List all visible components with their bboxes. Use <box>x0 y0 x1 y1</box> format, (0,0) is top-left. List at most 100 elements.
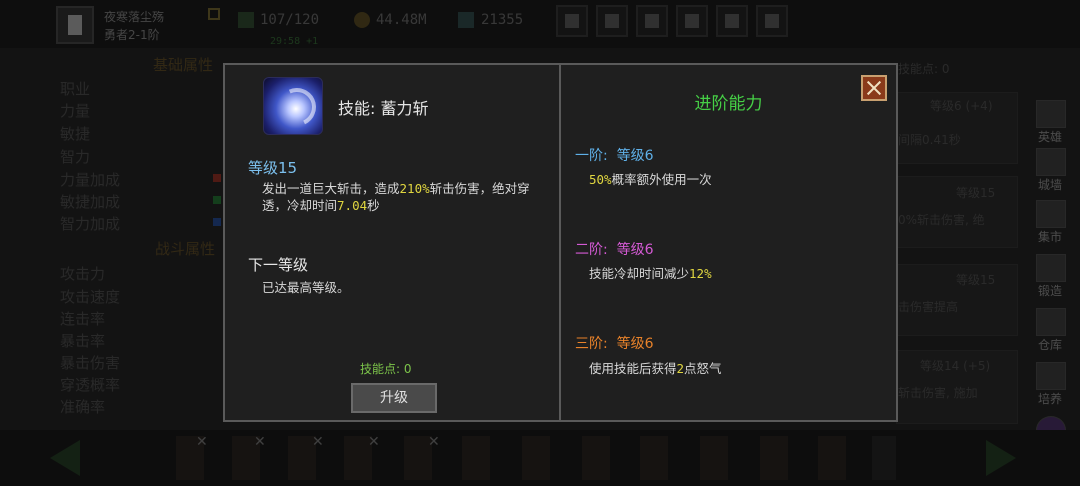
hero-slot[interactable] <box>582 436 610 480</box>
gift-button[interactable] <box>756 5 788 37</box>
close-button[interactable] <box>861 75 887 101</box>
remove-x-icon[interactable]: ✕ <box>254 434 266 450</box>
tier-3-header: 三阶: 等级6 <box>575 333 654 353</box>
tier-text: 概率额外使用一次 <box>611 172 712 187</box>
player-name: 夜寒落尘殇 <box>104 10 165 24</box>
skill-level: 等级15 <box>248 159 298 177</box>
next-arrow-icon[interactable] <box>986 440 1016 476</box>
attr-label: 攻击速度 <box>60 288 121 306</box>
forge-icon <box>1036 254 1066 282</box>
bg-skill-text: 间隔0.41秒 <box>898 133 961 147</box>
energy-timer: 29:58 +1 <box>270 36 319 47</box>
bg-skill-text: 等级15 <box>956 186 996 200</box>
sidebar-label: 集市 <box>1037 230 1062 244</box>
tier-text: 使用技能后获得 <box>589 361 677 376</box>
strength-swatch <box>213 174 221 182</box>
remove-x-icon[interactable]: ✕ <box>368 434 380 450</box>
tier-name: 二阶: <box>575 242 608 258</box>
tier-text: 点怒气 <box>684 361 722 376</box>
hero-slot[interactable] <box>760 436 788 480</box>
event-button[interactable] <box>716 5 748 37</box>
avatar[interactable] <box>56 6 94 44</box>
tier-2-header: 二阶: 等级6 <box>575 239 654 259</box>
sidebar-label: 锻造 <box>1037 284 1062 298</box>
mail-icon <box>605 14 619 28</box>
attr-label: 敏捷 <box>60 125 91 143</box>
upgrade-button[interactable]: 升级 <box>351 383 437 413</box>
tier-level: 等级6 <box>616 242 654 258</box>
sidebar-item-market[interactable]: 集市 <box>1028 200 1072 244</box>
gold-value: 44.48M <box>376 12 427 28</box>
hero-slot[interactable] <box>462 436 490 480</box>
cart-icon <box>565 14 579 28</box>
skill-dialog: 技能: 蓄力斩 等级15 发出一道巨大斩击，造成210%斩击伤害，绝对穿透，冷却… <box>223 63 898 422</box>
attr-label: 力量加成 <box>60 171 121 189</box>
energy-icon <box>238 12 254 28</box>
tier-highlight: 12% <box>689 266 712 281</box>
bg-skill-text: 等级6 (+4) <box>930 99 993 113</box>
skill-points-label: 技能点: 0 <box>360 362 412 376</box>
sidebar-item-train[interactable]: 培养 <box>1028 362 1072 406</box>
attr-label: 暴击率 <box>60 332 106 350</box>
sidebar-item-hero[interactable]: 英雄 <box>1028 100 1072 144</box>
tier-name: 三阶: <box>575 336 608 352</box>
attr-label: 职业 <box>60 80 91 98</box>
wheel-icon <box>725 14 739 28</box>
attr-label: 穿透概率 <box>60 376 121 394</box>
tier-text: 技能冷却时间减少 <box>589 266 690 281</box>
sidebar-item-wall[interactable]: 城墙 <box>1028 148 1072 192</box>
charged-slash-skill-icon <box>263 77 323 135</box>
tier-highlight: 2 <box>676 361 685 376</box>
sidebar-item-warehouse[interactable]: 仓库 <box>1028 308 1072 352</box>
remove-x-icon[interactable]: ✕ <box>428 434 440 450</box>
tier-1-header: 一阶: 等级6 <box>575 145 654 165</box>
advanced-panel: 进阶能力 一阶: 等级6 50%概率额外使用一次 二阶: 等级6 技能冷却时间减… <box>561 65 896 420</box>
bg-skill-points: 技能点: 0 <box>898 62 950 76</box>
tier-1-desc: 50%概率额外使用一次 <box>589 169 712 188</box>
agility-swatch <box>213 196 221 204</box>
edit-icon[interactable] <box>208 8 220 20</box>
skill-description: 发出一道巨大斩击，造成210%斩击伤害，绝对穿透，冷却时间7.04秒 <box>262 180 537 214</box>
attr-label: 智力加成 <box>60 215 121 233</box>
attr-label: 力量 <box>60 102 91 120</box>
hero-slot[interactable] <box>700 436 728 480</box>
gold-icon <box>354 12 370 28</box>
combat-attrs-header: 战斗属性 <box>155 240 216 258</box>
top-bar: 夜寒落尘殇 勇者2-1阶 107/120 29:58 +1 44.48M 213… <box>0 0 1080 48</box>
attr-label: 智力 <box>60 148 91 166</box>
attr-label: 攻击力 <box>60 265 106 283</box>
remove-x-icon[interactable]: ✕ <box>196 434 208 450</box>
attr-label: 暴击伤害 <box>60 354 121 372</box>
sidebar-label: 英雄 <box>1037 130 1062 144</box>
attr-label: 连击率 <box>60 310 106 328</box>
desc-text: 秒 <box>367 198 380 213</box>
hero-slot[interactable] <box>640 436 668 480</box>
remove-x-icon[interactable]: ✕ <box>312 434 324 450</box>
desc-highlight: 7.04 <box>337 198 368 213</box>
gem-value: 21355 <box>481 12 524 28</box>
skill-title: 技能: 蓄力斩 <box>338 99 429 118</box>
tier-highlight: 50% <box>589 172 612 187</box>
warehouse-icon <box>1036 308 1066 336</box>
market-icon <box>1036 200 1066 228</box>
next-level-header: 下一等级 <box>248 256 309 274</box>
prev-arrow-icon[interactable] <box>50 440 80 476</box>
bg-skill-text: 斩击伤害, 施加 <box>898 386 978 400</box>
attr-label: 准确率 <box>60 398 106 416</box>
shop-button[interactable] <box>556 5 588 37</box>
tier-3-desc: 使用技能后获得2点怒气 <box>589 358 722 377</box>
desc-highlight: 210% <box>399 181 430 196</box>
hero-icon <box>1036 100 1066 128</box>
tier-level: 等级6 <box>616 148 654 164</box>
settings-button[interactable] <box>676 5 708 37</box>
hero-slot[interactable] <box>522 436 550 480</box>
sidebar-item-forge[interactable]: 锻造 <box>1028 254 1072 298</box>
gamepad-button[interactable] <box>636 5 668 37</box>
energy-value: 107/120 <box>260 12 320 28</box>
bg-skill-text: 等级14 (+5) <box>920 359 991 373</box>
tier-name: 一阶: <box>575 148 608 164</box>
hero-slot[interactable] <box>818 436 846 480</box>
mail-button[interactable] <box>596 5 628 37</box>
bg-skill-text: 击伤害提高 <box>898 300 959 314</box>
bg-skill-text: 0%斩击伤害, 绝 <box>898 213 985 227</box>
